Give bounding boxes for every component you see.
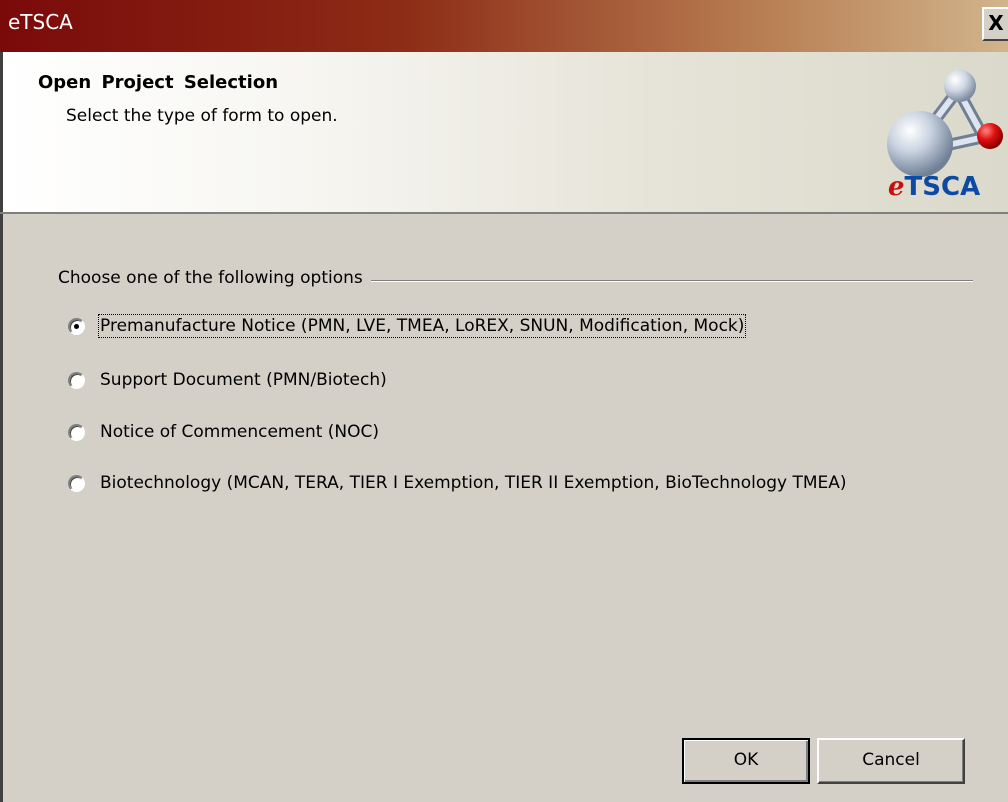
radio-button-icon[interactable]	[68, 474, 85, 492]
option-support-document[interactable]: Support Document (PMN/Biotech)	[68, 367, 388, 393]
option-label: Notice of Commencement (NOC)	[100, 422, 380, 442]
option-label: Support Document (PMN/Biotech)	[100, 370, 387, 390]
options-group-label: Choose one of the following options	[58, 268, 371, 288]
option-notice-of-commencement[interactable]: Notice of Commencement (NOC)	[68, 419, 380, 445]
title-bar[interactable]: eTSCA X	[0, 0, 1008, 52]
header-left-border	[0, 52, 3, 212]
close-button[interactable]: X	[982, 7, 1008, 41]
header-subtitle: Select the type of form to open.	[66, 106, 338, 126]
option-label: Premanufacture Notice (PMN, LVE, TMEA, L…	[97, 314, 747, 338]
option-premanufacture-notice[interactable]: Premanufacture Notice (PMN, LVE, TMEA, L…	[68, 313, 747, 339]
radio-button-checked-icon[interactable]	[68, 317, 85, 335]
radio-button-icon[interactable]	[68, 423, 85, 441]
window-title: eTSCA	[8, 10, 73, 34]
ok-button[interactable]: OK	[682, 738, 810, 784]
dialog-window: eTSCA X Open Project Selection Select th…	[0, 0, 1008, 802]
option-label: Biotechnology (MCAN, TERA, TIER I Exempt…	[100, 473, 847, 493]
window-left-border	[0, 214, 3, 802]
option-biotechnology[interactable]: Biotechnology (MCAN, TERA, TIER I Exempt…	[68, 470, 848, 496]
cancel-button[interactable]: Cancel	[817, 738, 965, 784]
etsca-logo-text: eTSCA	[888, 172, 981, 202]
header-title: Open Project Selection	[38, 72, 279, 93]
header-panel: Open Project Selection Select the type o…	[0, 52, 1008, 214]
close-icon: X	[988, 11, 1004, 35]
radio-button-icon[interactable]	[68, 371, 85, 389]
